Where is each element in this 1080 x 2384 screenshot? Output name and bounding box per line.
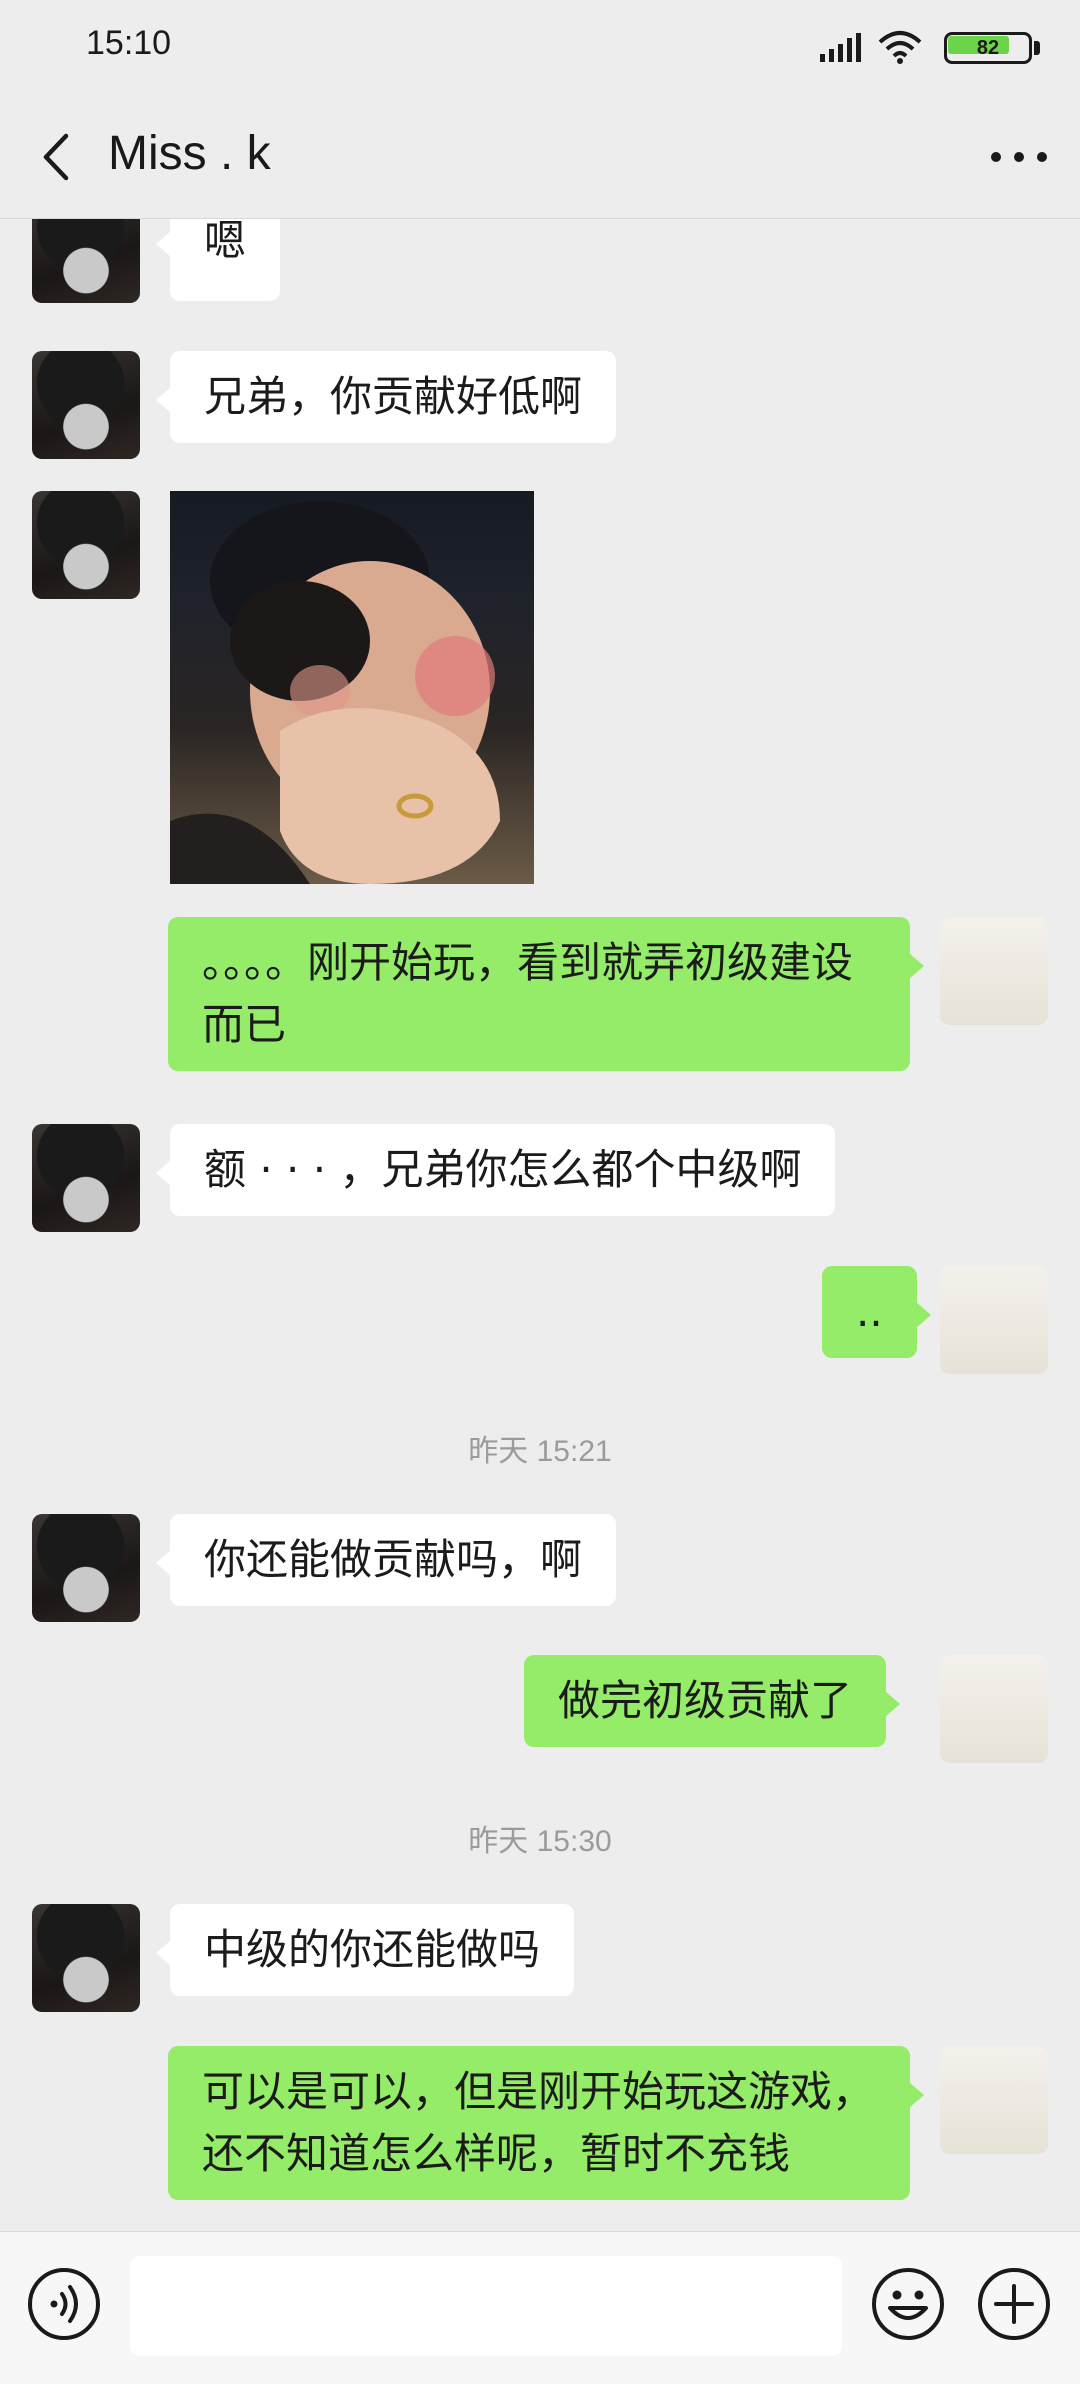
- chat-screen: 15:10 82 Miss . k 嗯 兄弟，你贡献好低啊 。。。。刚开始玩，看…: [0, 0, 1080, 2384]
- message-bubble[interactable]: 兄弟，你贡献好低啊: [155, 351, 617, 443]
- contact-avatar[interactable]: [32, 1124, 140, 1232]
- message-bubble[interactable]: 你还能做贡献吗，啊: [155, 1514, 617, 1606]
- emoji-icon: [872, 2268, 944, 2340]
- message-bubble[interactable]: 可以是可以，但是刚开始玩这游戏，还不知道怎么样呢，暂时不充钱: [168, 2046, 924, 2200]
- status-bar: 15:10 82: [0, 0, 1080, 96]
- message-bubble[interactable]: 额 · · · ，兄弟你怎么都个中级啊: [155, 1124, 836, 1216]
- message-bubble[interactable]: 中级的你还能做吗: [155, 1904, 575, 1996]
- chevron-left-icon: [43, 133, 69, 181]
- my-avatar[interactable]: [940, 1266, 1048, 1374]
- contact-avatar[interactable]: [32, 219, 140, 303]
- my-avatar[interactable]: [940, 917, 1048, 1025]
- contact-avatar[interactable]: [32, 1514, 140, 1622]
- emoji-button[interactable]: [870, 2266, 946, 2342]
- image-message[interactable]: [170, 491, 534, 884]
- voice-button[interactable]: [26, 2266, 102, 2342]
- battery-level: 82: [976, 37, 1000, 59]
- status-icons: 82: [802, 28, 1042, 68]
- more-button[interactable]: [986, 130, 1052, 184]
- message-bubble[interactable]: 做完初级贡献了: [524, 1655, 901, 1747]
- contact-avatar[interactable]: [32, 1904, 140, 2012]
- chat-header: Miss . k: [0, 96, 1080, 219]
- message-bubble[interactable]: 嗯: [155, 219, 281, 301]
- my-avatar[interactable]: [940, 2046, 1048, 2154]
- wifi-icon: [878, 31, 922, 64]
- photo-content: [170, 501, 500, 884]
- timestamp: 昨天 15:30: [468, 1825, 612, 1858]
- chat-title: Miss . k: [108, 127, 271, 180]
- voice-icon: [28, 2268, 100, 2340]
- message-bubble[interactable]: 。。。。刚开始玩，看到就弄初级建设而已: [168, 917, 924, 1071]
- plus-button[interactable]: [976, 2266, 1052, 2342]
- timestamp: 昨天 15:21: [468, 1435, 612, 1468]
- message-bubble[interactable]: ..: [822, 1266, 931, 1358]
- contact-avatar[interactable]: [32, 351, 140, 459]
- status-time: 15:10: [86, 24, 172, 62]
- input-bar: [0, 2231, 1080, 2384]
- battery-icon: 82: [944, 32, 1042, 64]
- message-list[interactable]: 嗯 兄弟，你贡献好低啊 。。。。刚开始玩，看到就弄初级建设而已 额 · · · …: [0, 219, 1080, 2231]
- my-avatar[interactable]: [940, 1655, 1048, 1763]
- more-dots-icon: [991, 152, 1047, 162]
- message-input[interactable]: [130, 2256, 842, 2356]
- signal-icon: [820, 33, 861, 62]
- back-button[interactable]: [26, 124, 86, 190]
- contact-avatar[interactable]: [32, 491, 140, 599]
- plus-icon: [978, 2268, 1050, 2340]
